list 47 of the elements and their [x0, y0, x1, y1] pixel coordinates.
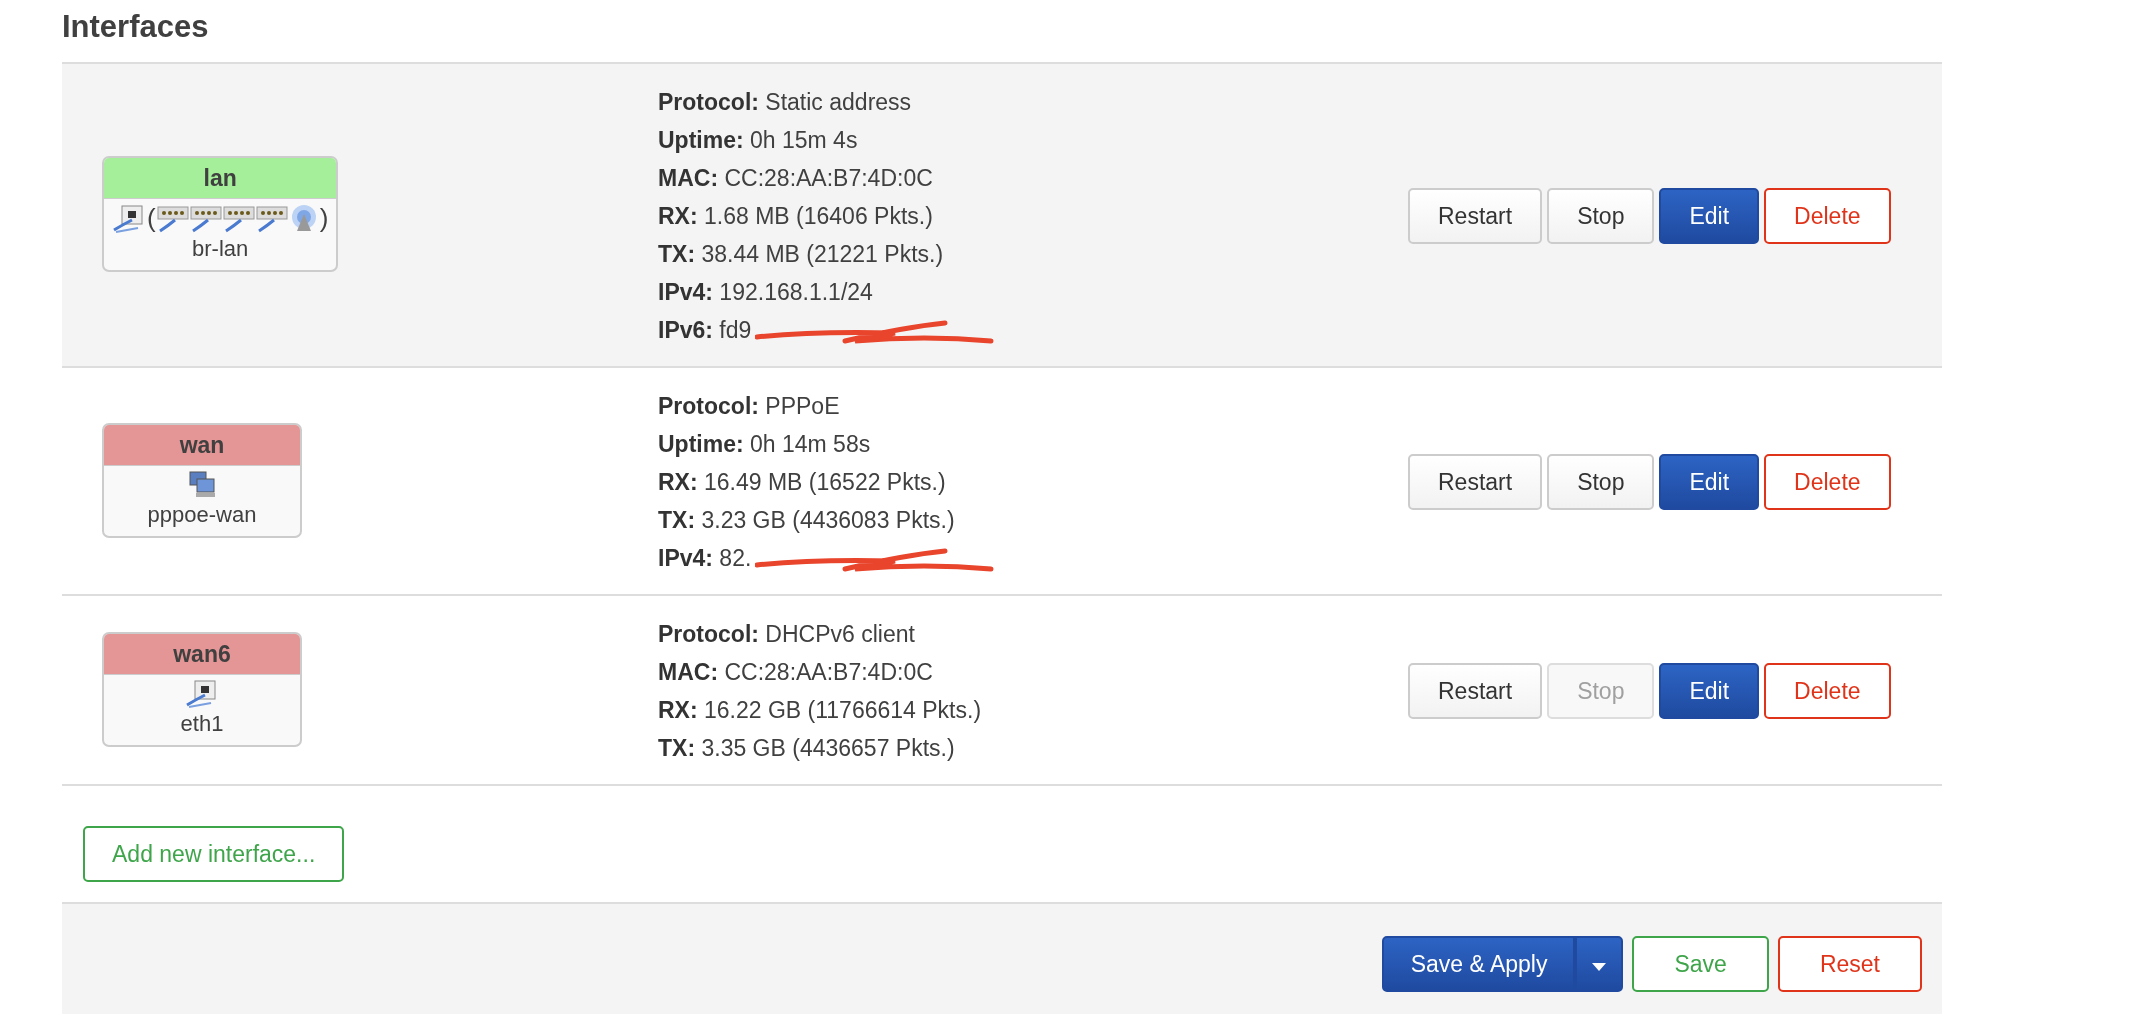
switch-port-icon — [156, 203, 189, 234]
footer-button[interactable]: Reset — [1777, 936, 1922, 992]
switch-port-icon — [255, 203, 288, 234]
status-line: IPv4: 192.168.1.1/24 — [658, 278, 874, 307]
status-line: RX: 16.49 MB (16522 Pkts.) — [658, 468, 947, 497]
status-line: Protocol: PPPoE — [658, 392, 841, 421]
page-title: Interfaces — [62, 8, 210, 46]
computers-icon — [187, 469, 217, 500]
status-line: Uptime: 0h 15m 4s — [658, 126, 859, 155]
action-button[interactable]: Edit — [1659, 188, 1760, 244]
device-name: pppoe-wan — [146, 500, 258, 529]
action-button[interactable]: Restart — [1408, 188, 1543, 244]
status-line: MAC: CC:28:AA:B7:4D:0C — [658, 164, 934, 193]
device-name: br-lan — [191, 235, 250, 263]
action-button[interactable]: Edit — [1659, 663, 1760, 719]
save-apply-button[interactable]: Save & Apply — [1381, 936, 1576, 992]
status-line: TX: 38.44 MB (21221 Pkts.) — [658, 240, 945, 269]
status-line: TX: 3.23 GB (4436083 Pkts.) — [658, 506, 956, 535]
interface-name: wan6 — [104, 633, 300, 675]
action-button[interactable]: Stop — [1547, 188, 1655, 244]
status-line: TX: 3.35 GB (4436657 Pkts.) — [658, 734, 956, 763]
status-line: RX: 1.68 MB (16406 Pkts.) — [658, 202, 934, 231]
action-button[interactable]: Stop — [1547, 454, 1655, 510]
device-name: eth1 — [179, 709, 225, 738]
action-button[interactable]: Delete — [1764, 663, 1891, 719]
status-line: Uptime: 0h 14m 58s — [658, 430, 872, 459]
status-line: Protocol: DHCPv6 client — [658, 620, 916, 649]
interface-name: lan — [104, 158, 337, 199]
action-button[interactable]: Restart — [1408, 663, 1543, 719]
status-line: MAC: CC:28:AA:B7:4D:0C — [658, 658, 934, 687]
action-button[interactable]: Restart — [1408, 454, 1543, 510]
caret-icon — [1591, 961, 1608, 972]
status-line: RX: 16.22 GB (11766614 Pkts.) — [658, 696, 983, 725]
action-button[interactable]: Delete — [1764, 188, 1891, 244]
status-line: Protocol: Static address — [658, 88, 913, 117]
action-button[interactable]: Delete — [1764, 454, 1891, 510]
dropdown-button[interactable] — [1575, 936, 1624, 992]
parenthesis: ) — [319, 203, 329, 234]
switch-port-icon — [222, 203, 255, 234]
status-line: IPv4: 82. — [658, 539, 1408, 577]
ethernet-port-icon — [185, 678, 219, 709]
interface-name: wan — [104, 424, 300, 466]
status-line: IPv6: fd9 — [658, 311, 1408, 349]
switch-port-icon — [189, 203, 222, 234]
action-button[interactable]: Edit — [1659, 454, 1760, 510]
parenthesis: ( — [147, 203, 156, 234]
ethernet-port-icon — [112, 203, 146, 234]
